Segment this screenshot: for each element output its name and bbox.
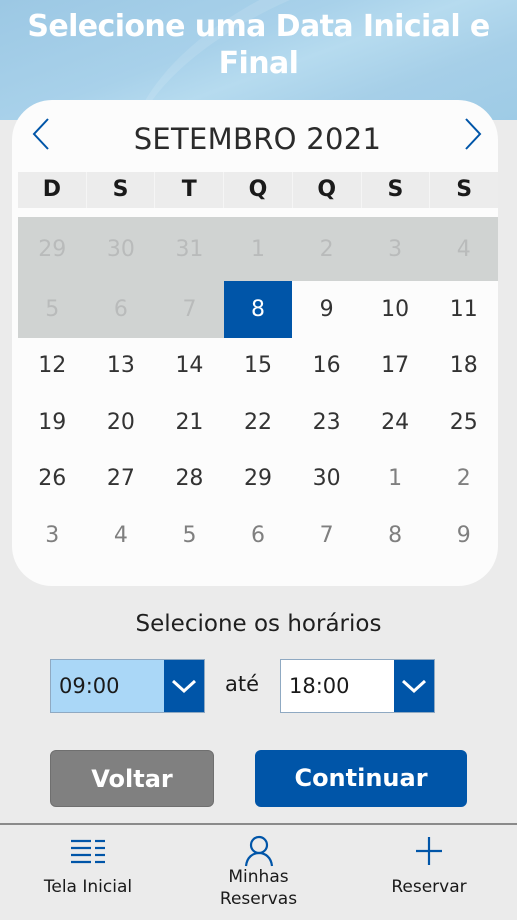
calendar-day[interactable]: 20 bbox=[87, 394, 156, 451]
chevron-right-icon bbox=[465, 118, 482, 150]
nav-item-tela-inicial[interactable]: Tela Inicial bbox=[0, 825, 176, 920]
calendar-week: 5 6 7 8 9 10 11 bbox=[18, 281, 498, 338]
calendar-week: 3456789 bbox=[18, 507, 498, 564]
calendar-day: 6 bbox=[86, 281, 156, 338]
calendar-day[interactable]: 4 bbox=[87, 507, 156, 564]
calendar-day[interactable]: 3 bbox=[18, 507, 87, 564]
calendar-day[interactable]: 15 bbox=[224, 338, 293, 395]
nav-label-line2: Reservas bbox=[219, 889, 298, 909]
calendar-day: 4 bbox=[429, 217, 499, 281]
calendar-day[interactable]: 10 bbox=[361, 281, 430, 338]
calendar-week: 19 20 21 22 23 24 25 bbox=[18, 394, 498, 451]
calendar-day: 7 bbox=[155, 281, 224, 338]
calendar-day: 1 bbox=[223, 217, 293, 281]
nav-item-minhas-reservas[interactable]: Minhas Reservas bbox=[176, 825, 341, 920]
prev-month-button[interactable] bbox=[30, 117, 52, 151]
calendar-day[interactable]: 1 bbox=[361, 451, 430, 508]
start-time-dropdown[interactable]: 09:00 bbox=[50, 659, 205, 713]
plus-icon bbox=[416, 837, 442, 865]
calendar-day: 3 bbox=[360, 217, 430, 281]
calendar-day[interactable]: 5 bbox=[155, 507, 224, 564]
calendar-day[interactable]: 24 bbox=[361, 394, 430, 451]
continue-button[interactable]: Continuar bbox=[255, 750, 467, 807]
calendar-day-selected[interactable]: 8 bbox=[223, 281, 293, 338]
calendar-day[interactable]: 19 bbox=[18, 394, 87, 451]
calendar-day: 30 bbox=[86, 217, 156, 281]
calendar-day[interactable]: 6 bbox=[224, 507, 293, 564]
calendar-day[interactable]: 2 bbox=[429, 451, 498, 508]
weekday-label: S bbox=[362, 172, 431, 208]
calendar-day[interactable]: 29 bbox=[224, 451, 293, 508]
calendar-day: 29 bbox=[18, 217, 87, 281]
calendar-week: 12 13 14 15 16 17 18 bbox=[18, 338, 498, 395]
end-time-dropdown[interactable]: 18:00 bbox=[280, 659, 435, 713]
weekday-label: Q bbox=[224, 172, 293, 208]
calendar-day[interactable]: 7 bbox=[292, 507, 361, 564]
calendar-day: 31 bbox=[155, 217, 224, 281]
page-title-line1: Selecione uma Data Inicial e bbox=[27, 9, 490, 44]
bottom-nav: Tela Inicial Minhas Reservas Reservar bbox=[0, 825, 517, 920]
calendar-week: 26 27 28 29 30 1 2 bbox=[18, 451, 498, 508]
page-title: Selecione uma Data Inicial e Final bbox=[0, 8, 517, 82]
calendar-day: 2 bbox=[292, 217, 361, 281]
end-time-value: 18:00 bbox=[281, 660, 394, 712]
weekday-header: D S T Q Q S S bbox=[18, 172, 498, 208]
calendar-day[interactable]: 9 bbox=[429, 507, 498, 564]
calendar-day[interactable]: 9 bbox=[292, 281, 361, 338]
nav-item-reservar[interactable]: Reservar bbox=[341, 825, 517, 920]
chevron-left-icon bbox=[32, 118, 49, 150]
calendar-day[interactable]: 27 bbox=[87, 451, 156, 508]
nav-label-line1: Minhas bbox=[228, 867, 289, 887]
calendar-day[interactable]: 21 bbox=[155, 394, 224, 451]
start-time-value: 09:00 bbox=[51, 660, 164, 712]
weekday-label: T bbox=[155, 172, 225, 208]
calendar-day[interactable]: 16 bbox=[292, 338, 361, 395]
nav-label: Reservar bbox=[391, 877, 467, 897]
end-time-chevron[interactable] bbox=[394, 660, 434, 712]
calendar-day[interactable]: 12 bbox=[18, 338, 87, 395]
time-section-label: Selecione os horários bbox=[135, 611, 382, 637]
calendar-day[interactable]: 17 bbox=[361, 338, 430, 395]
calendar-day[interactable]: 23 bbox=[292, 394, 361, 451]
weekday-label: S bbox=[87, 172, 156, 208]
nav-label: Tela Inicial bbox=[43, 877, 133, 897]
calendar-day[interactable]: 14 bbox=[155, 338, 224, 395]
next-month-button[interactable] bbox=[462, 117, 484, 151]
calendar-day[interactable]: 13 bbox=[87, 338, 156, 395]
time-separator: até bbox=[224, 672, 260, 696]
calendar-week: 29 30 31 1 2 3 4 bbox=[18, 217, 499, 281]
month-label: SETEMBRO 2021 bbox=[133, 122, 382, 156]
weekday-label: D bbox=[18, 172, 87, 208]
calendar-grid: 29 30 31 1 2 3 4 5 6 7 8 9 10 11 12 13 14 15 16 17 18 19 20 21 2… bbox=[18, 217, 499, 564]
weekday-label: Q bbox=[293, 172, 362, 208]
list-icon bbox=[71, 839, 105, 864]
calendar-day[interactable]: 25 bbox=[429, 394, 498, 451]
person-icon bbox=[244, 835, 273, 867]
page-title-line2: Final bbox=[218, 46, 299, 81]
back-button[interactable]: Voltar bbox=[50, 750, 214, 807]
chevron-down-icon bbox=[171, 679, 197, 694]
calendar-day[interactable]: 18 bbox=[429, 338, 498, 395]
calendar-day[interactable]: 8 bbox=[361, 507, 430, 564]
calendar-day[interactable]: 30 bbox=[292, 451, 361, 508]
calendar-day[interactable]: 22 bbox=[224, 394, 293, 451]
start-time-chevron[interactable] bbox=[164, 660, 204, 712]
calendar-day[interactable]: 26 bbox=[18, 451, 87, 508]
calendar-day[interactable]: 11 bbox=[429, 281, 498, 338]
chevron-down-icon bbox=[401, 679, 427, 694]
calendar-day[interactable]: 28 bbox=[155, 451, 224, 508]
calendar-day: 5 bbox=[18, 281, 87, 338]
weekday-label: S bbox=[456, 177, 473, 202]
